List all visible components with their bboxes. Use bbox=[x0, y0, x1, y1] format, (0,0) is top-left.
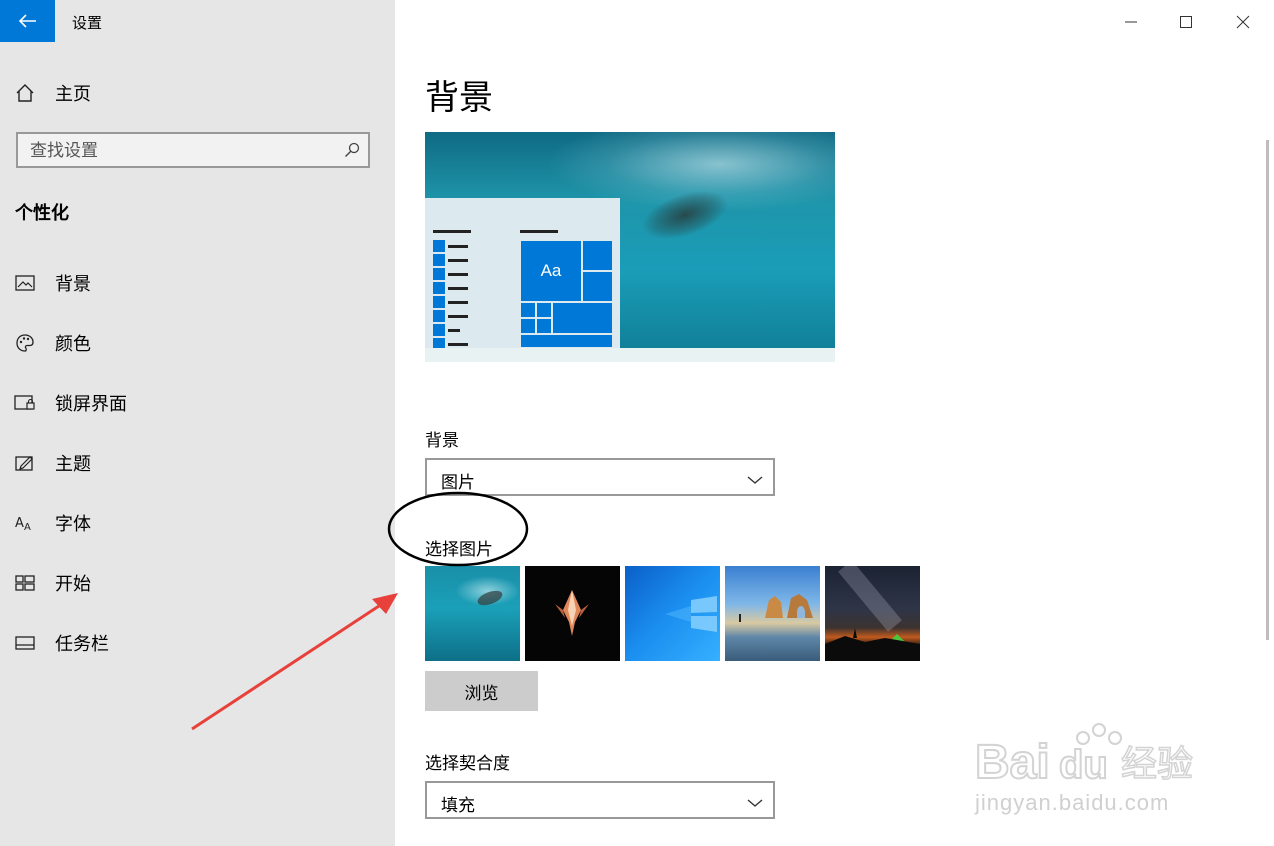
watermark-text: jingyan.baidu.com bbox=[975, 790, 1170, 815]
preview-tile bbox=[520, 302, 536, 318]
background-label: 背景 bbox=[425, 431, 459, 451]
preview-list-line bbox=[448, 343, 468, 346]
baidu-watermark-logo: Bai du 经验 bbox=[975, 723, 1194, 790]
back-button[interactable] bbox=[0, 0, 55, 42]
image-icon bbox=[14, 272, 36, 294]
sidebar-item-label: 主页 bbox=[55, 84, 91, 105]
preview-list-line bbox=[448, 301, 468, 304]
start-icon bbox=[14, 572, 36, 594]
preview-tile bbox=[536, 318, 552, 334]
home-icon bbox=[14, 82, 36, 104]
sidebar-item-label: 字体 bbox=[55, 514, 91, 535]
fit-label: 选择契合度 bbox=[425, 754, 510, 774]
preview-list-line bbox=[448, 245, 468, 248]
beach-rocks-graphic bbox=[739, 594, 813, 622]
svg-text:A: A bbox=[24, 522, 31, 532]
preview-list-icon bbox=[433, 268, 445, 280]
taskbar-icon bbox=[14, 632, 36, 654]
picture-thumbnail-beach-rocks[interactable] bbox=[725, 566, 820, 661]
theme-icon bbox=[14, 452, 36, 474]
vertical-scrollbar[interactable] bbox=[1266, 140, 1269, 640]
sidebar-item-colors[interactable]: 颜色 bbox=[0, 323, 395, 363]
windows-logo-graphic bbox=[665, 596, 717, 632]
chevron-down-icon bbox=[747, 470, 763, 489]
preview-tile-large: Aa bbox=[520, 240, 582, 302]
browse-button[interactable]: 浏览 bbox=[425, 671, 538, 711]
minimize-button[interactable] bbox=[1116, 8, 1146, 36]
preview-list-line bbox=[448, 259, 468, 262]
sidebar-item-label: 颜色 bbox=[55, 334, 91, 355]
preview-tile bbox=[582, 240, 613, 271]
picture-thumbnail-dark-emblem[interactable] bbox=[525, 566, 620, 661]
sidebar-item-label: 主题 bbox=[55, 454, 91, 475]
background-preview: Aa bbox=[425, 132, 835, 362]
preview-list-line bbox=[448, 273, 468, 276]
sidebar-item-home[interactable]: 主页 bbox=[0, 73, 395, 113]
sidebar-item-start[interactable]: 开始 bbox=[0, 563, 395, 603]
maximize-button[interactable] bbox=[1171, 8, 1201, 36]
close-icon bbox=[1236, 15, 1250, 29]
fit-dropdown[interactable]: 填充 bbox=[425, 781, 775, 819]
preview-list-icon bbox=[433, 310, 445, 322]
sidebar-item-themes[interactable]: 主题 bbox=[0, 443, 395, 483]
search-box[interactable] bbox=[16, 132, 370, 168]
sidebar: 设置 主页 个性化 背景 颜色 锁屏界面 主题 bbox=[0, 0, 395, 846]
preview-tile bbox=[520, 334, 613, 348]
picture-thumbnail-underwater[interactable] bbox=[425, 566, 520, 661]
section-title: 个性化 bbox=[15, 203, 69, 224]
preview-list-icon bbox=[433, 324, 445, 336]
preview-tile bbox=[536, 302, 552, 318]
lock-screen-icon bbox=[14, 392, 36, 414]
emblem-graphic bbox=[555, 590, 589, 636]
picture-thumbnail-windows-light[interactable] bbox=[625, 566, 720, 661]
sidebar-item-label: 开始 bbox=[55, 574, 91, 595]
dropdown-value: 图片 bbox=[441, 473, 475, 493]
choose-picture-label: 选择图片 bbox=[425, 540, 493, 560]
preview-list-icon bbox=[433, 296, 445, 308]
preview-tiles-header bbox=[520, 230, 558, 233]
preview-taskbar bbox=[425, 348, 835, 362]
maximize-icon bbox=[1180, 16, 1192, 28]
sidebar-item-label: 锁屏界面 bbox=[55, 394, 127, 415]
svg-text:du: du bbox=[1059, 743, 1108, 787]
preview-tile bbox=[520, 318, 536, 334]
preview-tile bbox=[582, 271, 613, 302]
dropdown-value: 填充 bbox=[441, 796, 475, 816]
svg-text:经验: 经验 bbox=[1121, 744, 1193, 785]
preview-start-menu: Aa bbox=[425, 198, 620, 350]
preview-list-line bbox=[448, 287, 468, 290]
back-arrow-icon bbox=[18, 14, 36, 28]
preview-list-header bbox=[433, 230, 471, 233]
search-input[interactable] bbox=[30, 140, 330, 162]
minimize-icon bbox=[1125, 21, 1137, 23]
font-icon: AA bbox=[14, 512, 36, 534]
sidebar-item-background[interactable]: 背景 bbox=[0, 263, 395, 303]
night-sky-graphic bbox=[825, 566, 920, 661]
preview-tile bbox=[552, 302, 613, 334]
close-button[interactable] bbox=[1228, 8, 1258, 36]
sidebar-item-lock-screen[interactable]: 锁屏界面 bbox=[0, 383, 395, 423]
preview-list-line bbox=[448, 315, 468, 318]
preview-list-icon bbox=[433, 254, 445, 266]
preview-list-icon bbox=[433, 240, 445, 252]
app-title: 设置 bbox=[72, 14, 103, 32]
sidebar-item-label: 任务栏 bbox=[55, 634, 109, 655]
palette-icon bbox=[14, 332, 36, 354]
svg-text:Bai: Bai bbox=[975, 736, 1050, 789]
chevron-down-icon bbox=[747, 793, 763, 812]
sidebar-item-fonts[interactable]: AA 字体 bbox=[0, 503, 395, 543]
search-icon[interactable] bbox=[344, 142, 360, 162]
preview-list-line bbox=[448, 329, 460, 332]
sidebar-item-taskbar[interactable]: 任务栏 bbox=[0, 623, 395, 663]
preview-list-icon bbox=[433, 282, 445, 294]
page-title: 背景 bbox=[425, 78, 493, 118]
sidebar-item-label: 背景 bbox=[55, 274, 91, 295]
picture-thumbnail-night-sky[interactable] bbox=[825, 566, 920, 661]
background-type-dropdown[interactable]: 图片 bbox=[425, 458, 775, 496]
svg-text:A: A bbox=[15, 516, 24, 531]
